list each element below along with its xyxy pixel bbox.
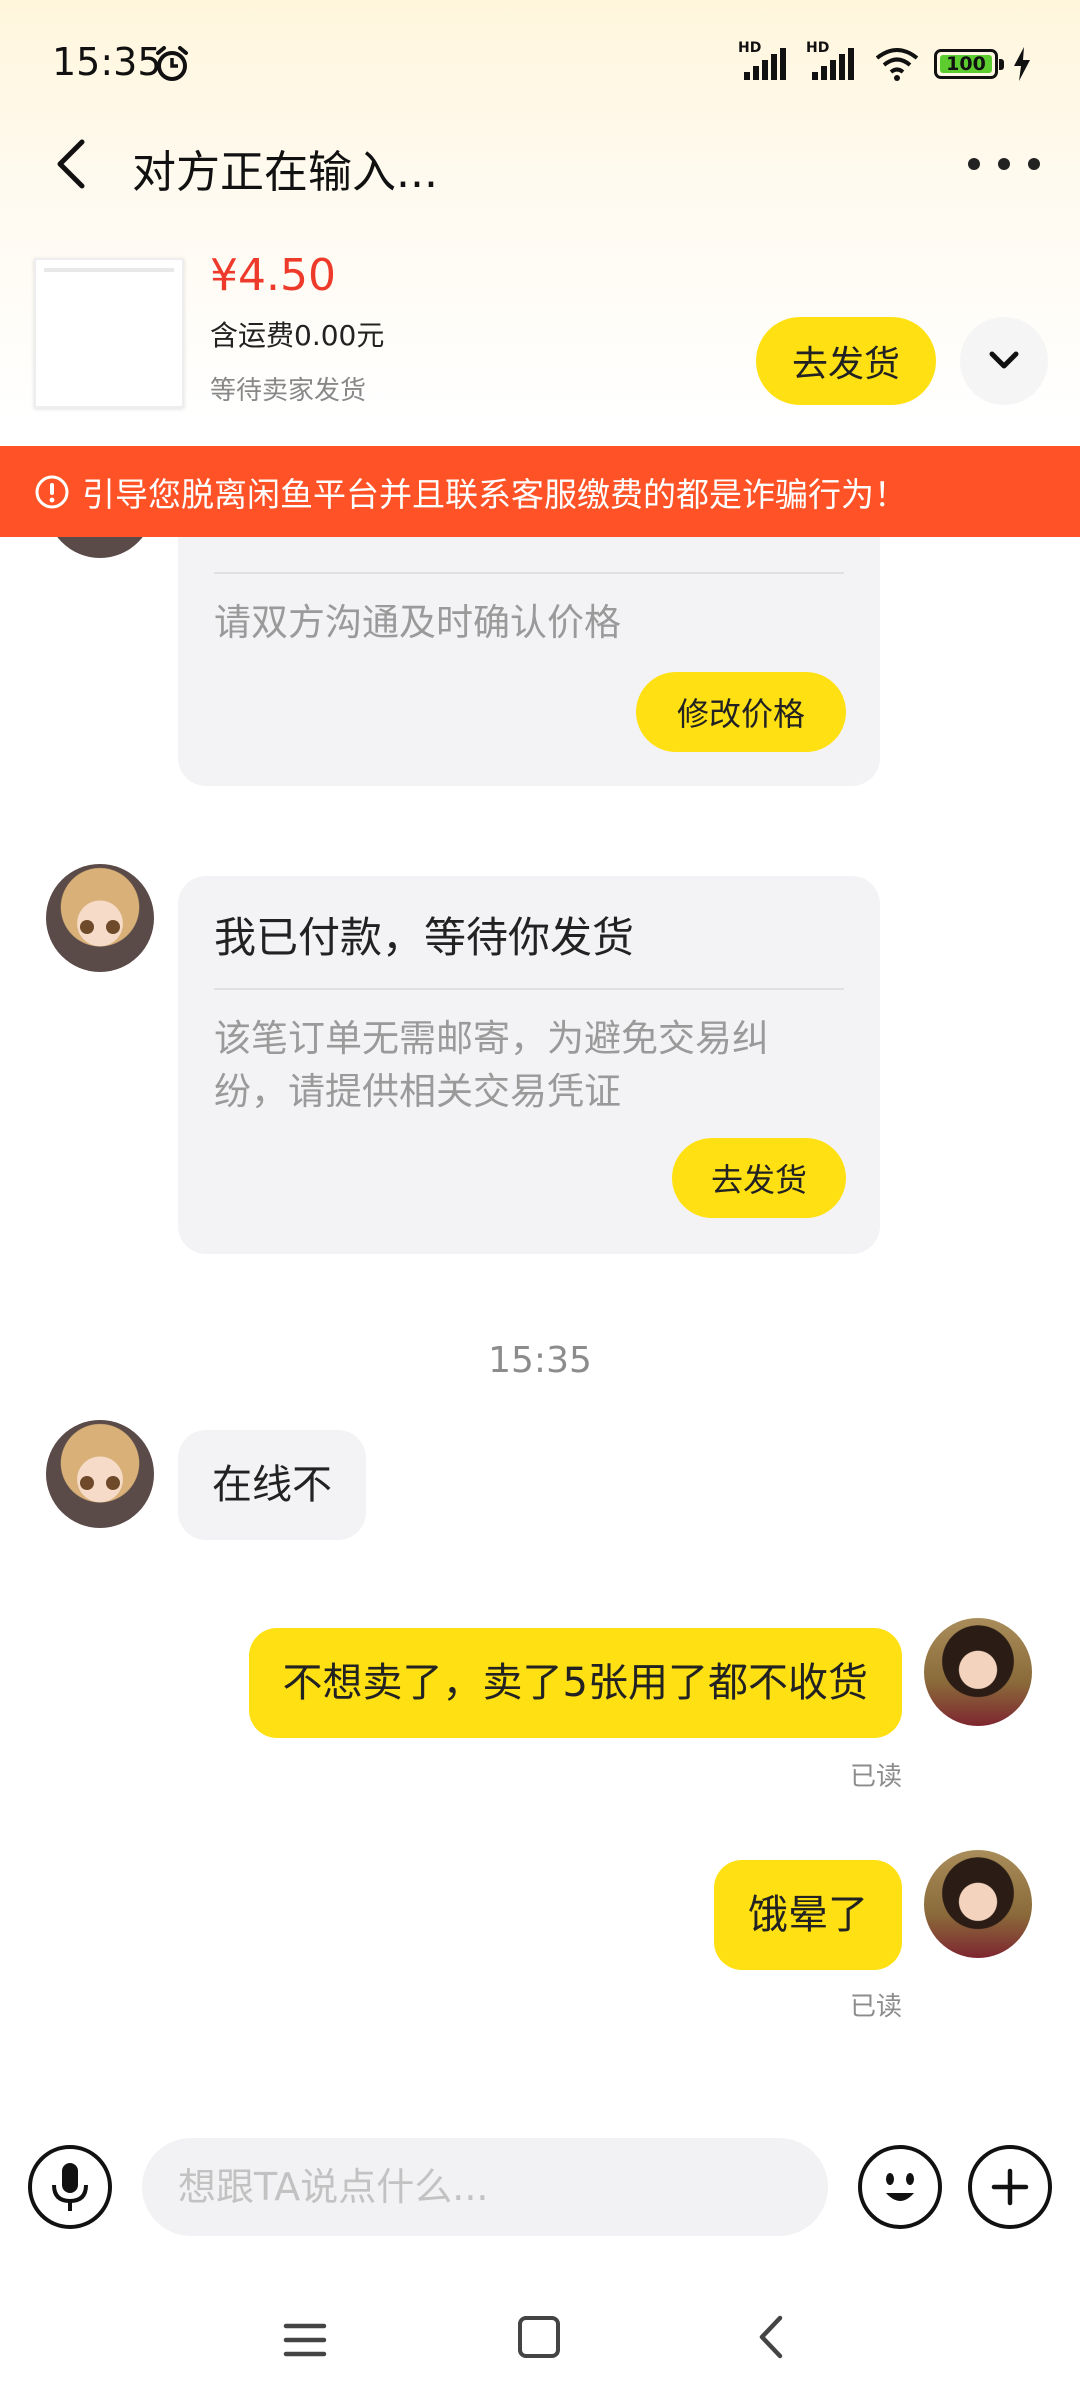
plus-icon[interactable] bbox=[968, 2145, 1052, 2229]
signal-icon: HD bbox=[738, 40, 792, 84]
product-price: ¥4.50 bbox=[210, 250, 336, 301]
card-description: 该笔订单无需邮寄，为避免交易纠纷，请提供相关交易凭证 bbox=[214, 1017, 769, 1113]
warning-text: 引导您脱离闲鱼平台并且联系客服缴费的都是诈骗行为！ bbox=[82, 475, 907, 514]
card-description: 请双方沟通及时确认价格 bbox=[214, 601, 621, 644]
charging-icon bbox=[1014, 47, 1030, 81]
product-thumbnail[interactable] bbox=[34, 258, 184, 408]
status-bar: 15:35 HD HD 100 bbox=[0, 0, 1080, 130]
product-card[interactable]: ¥4.50 含运费0.00元 等待卖家发货 去发货 bbox=[0, 240, 1080, 440]
read-status: 已读 bbox=[849, 1762, 902, 1792]
signal-icon: HD bbox=[806, 40, 860, 84]
back-icon[interactable] bbox=[44, 134, 100, 194]
system-navigation-bar bbox=[0, 2280, 1080, 2400]
chevron-down-icon bbox=[989, 351, 1019, 369]
message-bubble[interactable]: 不想卖了，卖了5张用了都不收货 bbox=[248, 1628, 902, 1738]
warning-icon bbox=[35, 475, 69, 509]
avatar[interactable] bbox=[924, 1850, 1032, 1958]
avatar[interactable] bbox=[46, 864, 154, 972]
message-bubble[interactable]: 在线不 bbox=[178, 1430, 366, 1540]
battery-level: 100 bbox=[946, 53, 986, 75]
page-title: 对方正在输入... bbox=[132, 147, 438, 198]
avatar[interactable] bbox=[46, 1420, 154, 1528]
microphone-icon[interactable] bbox=[28, 2145, 112, 2229]
home-icon[interactable] bbox=[518, 2316, 560, 2358]
fraud-warning-banner: 引导您脱离闲鱼平台并且联系客服缴费的都是诈骗行为！ bbox=[0, 446, 1080, 537]
expand-button[interactable] bbox=[960, 317, 1048, 405]
read-status: 已读 bbox=[849, 1992, 902, 2022]
ship-button[interactable]: 去发货 bbox=[756, 317, 936, 405]
order-status: 等待卖家发货 bbox=[210, 376, 367, 406]
emoji-icon[interactable] bbox=[858, 2145, 942, 2229]
avatar[interactable] bbox=[924, 1618, 1032, 1726]
status-time: 15:35 bbox=[52, 40, 162, 84]
more-icon[interactable] bbox=[968, 142, 1040, 186]
status-icons: HD HD 100 bbox=[738, 40, 1032, 84]
message-bubble[interactable]: 饿晕了 bbox=[714, 1860, 902, 1970]
modify-price-button[interactable]: 修改价格 bbox=[636, 672, 846, 752]
ship-button[interactable]: 去发货 bbox=[672, 1138, 846, 1218]
back-icon[interactable] bbox=[752, 2312, 792, 2362]
card-title: 我已付款，等待你发货 bbox=[214, 913, 635, 962]
chat-header: 对方正在输入... bbox=[0, 120, 1080, 210]
message-time: 15:35 bbox=[488, 1340, 592, 1381]
message-input[interactable] bbox=[142, 2138, 828, 2236]
wifi-icon bbox=[875, 48, 919, 81]
menu-icon[interactable] bbox=[282, 2320, 328, 2360]
payment-card: 我已付款，等待你发货 该笔订单无需邮寄，为避免交易纠纷，请提供相关交易凭证 去发… bbox=[178, 876, 880, 1254]
battery-icon: 100 bbox=[934, 49, 1004, 79]
message-input-bar bbox=[0, 2110, 1080, 2260]
product-shipping: 含运费0.00元 bbox=[210, 319, 385, 352]
alarm-icon bbox=[156, 46, 188, 81]
